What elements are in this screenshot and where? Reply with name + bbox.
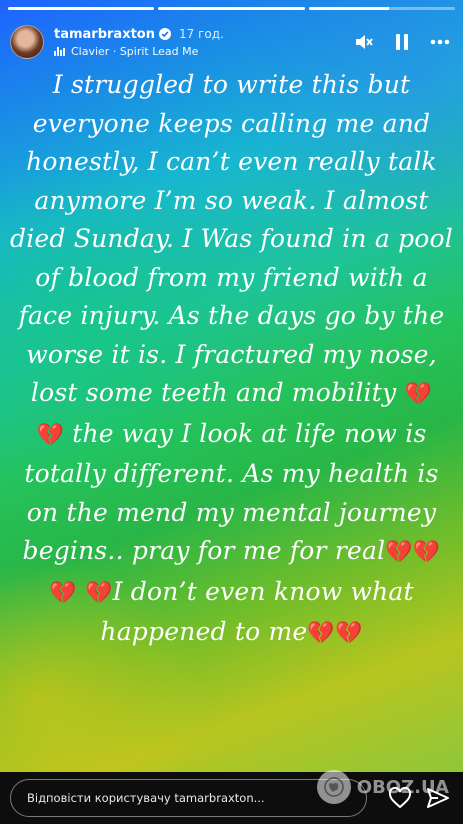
story-text-part-1: I struggled to write this but everyone k… <box>10 70 453 407</box>
avatar[interactable] <box>10 25 44 59</box>
watermark-text: OBOZ.UA <box>356 776 449 798</box>
broken-heart-icon: 💔 <box>307 621 335 646</box>
progress-segment <box>8 7 155 10</box>
broken-heart-icon: 💔 <box>385 540 413 565</box>
broken-heart-icon: 💔 <box>335 621 363 646</box>
music-info[interactable]: Clavier · Spirit Lead Me <box>54 45 224 58</box>
username[interactable]: tamarbraxton <box>54 27 155 42</box>
story-text-part-2: the way I look at life now is totally di… <box>22 418 439 566</box>
progress-segment <box>308 7 455 10</box>
broken-heart-icon: 💔 <box>49 580 77 606</box>
broken-heart-icon: 💔 <box>36 422 65 448</box>
pause-icon[interactable] <box>391 31 413 53</box>
globe-icon <box>316 770 351 804</box>
more-icon[interactable] <box>429 31 451 53</box>
music-bars-icon <box>54 46 66 56</box>
progress-segment <box>158 7 305 10</box>
post-time: 17 год. <box>179 27 224 41</box>
watermark: OBOZ.UA <box>316 770 449 804</box>
story-header: tamarbraxton 17 год. Clavier · Spirit Le… <box>10 22 451 62</box>
broken-heart-icon: 💔 <box>404 382 433 407</box>
story-background[interactable]: tamarbraxton 17 год. Clavier · Spirit Le… <box>0 0 463 772</box>
mute-icon[interactable] <box>353 31 375 53</box>
verified-badge-icon <box>159 28 171 40</box>
reply-input[interactable]: Відповісти користувачу tamarbraxton... <box>10 779 367 817</box>
broken-heart-icon: 💔 <box>84 580 113 606</box>
music-track: Clavier · Spirit Lead Me <box>71 44 199 58</box>
story-text: I struggled to write this but everyone k… <box>10 66 453 654</box>
story-progress <box>8 7 455 10</box>
reply-placeholder: Відповісти користувачу tamarbraxton... <box>27 791 265 805</box>
broken-heart-icon: 💔 <box>412 540 441 565</box>
story-text-part-3: I don’t even know what happened to me <box>100 576 414 647</box>
